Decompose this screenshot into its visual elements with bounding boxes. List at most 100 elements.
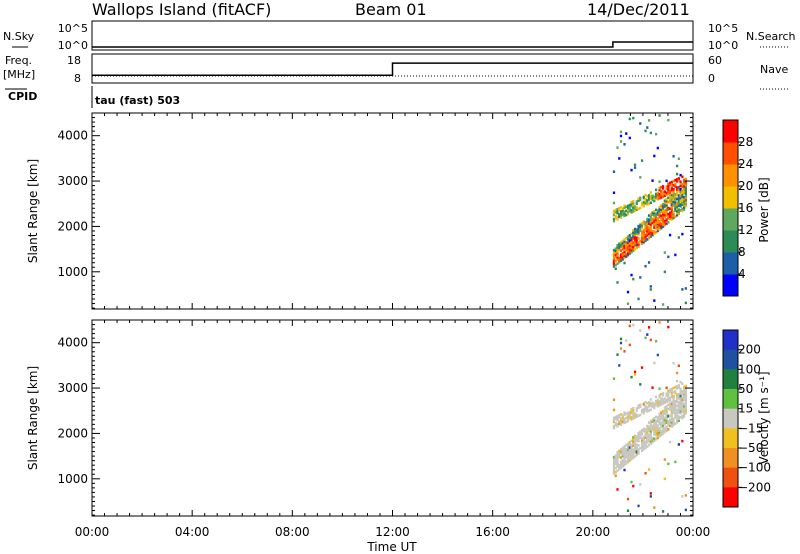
velocity-echo-cell bbox=[637, 504, 640, 508]
power-echo-cell bbox=[647, 261, 651, 264]
power-echo-cell bbox=[649, 191, 652, 194]
freq-tick-bottom: 8 bbox=[74, 72, 81, 85]
vel-colorbar-tick-label: −200 bbox=[738, 480, 771, 494]
velocity-echo-cell bbox=[647, 326, 651, 329]
nave-tick-top: 60 bbox=[708, 54, 722, 67]
power-colorbar: 4 8 12 16 20 24 28 bbox=[722, 119, 753, 297]
velocity-echo-cell bbox=[681, 382, 684, 386]
power-echo-cell bbox=[623, 261, 626, 265]
power-echo-cell bbox=[649, 288, 652, 291]
power-colorbar-label: Power [dB] bbox=[757, 177, 771, 242]
velocity-echo-cell bbox=[654, 339, 658, 343]
velocity-echo-cell bbox=[647, 468, 651, 471]
velocity-echo-cell bbox=[612, 408, 616, 412]
velocity-echo-cell bbox=[616, 353, 619, 356]
power-echo-cell bbox=[616, 281, 619, 284]
power-colorbar-swatch bbox=[723, 208, 738, 231]
date-title: 14/Dec/2011 bbox=[587, 0, 690, 19]
power-echo-cell bbox=[649, 131, 652, 135]
power-echo-cell bbox=[667, 118, 670, 122]
vel-ytick-label: 3000 bbox=[57, 381, 88, 395]
power-echo-cell bbox=[668, 233, 672, 237]
power-echo-cell bbox=[612, 201, 616, 205]
velocity-echoes bbox=[612, 321, 687, 513]
nsearch-label: N.Search bbox=[746, 30, 796, 43]
velocity-echo-cell bbox=[681, 439, 684, 443]
velocity-echo-cell bbox=[653, 506, 656, 509]
velocity-echo-cell bbox=[677, 443, 680, 446]
power-panel-frame bbox=[91, 112, 694, 310]
freq-label: Freq. bbox=[5, 54, 32, 67]
velocity-echo-cell bbox=[675, 371, 679, 375]
power-echo-cell bbox=[632, 116, 635, 120]
velocity-echo-cell bbox=[619, 347, 623, 350]
power-echo-cell bbox=[667, 255, 670, 259]
velocity-echo-cell bbox=[653, 361, 656, 365]
velocity-echo-cell bbox=[626, 509, 630, 512]
vel-ytick-label: 2000 bbox=[57, 426, 88, 440]
power-echo-cell bbox=[647, 119, 651, 122]
velocity-echo-cell bbox=[618, 364, 621, 367]
freq-tick-top: 18 bbox=[67, 54, 81, 67]
velocity-echo-cell bbox=[651, 386, 654, 389]
power-echo-cell bbox=[637, 297, 640, 301]
nsky-tick-bottom: 10^0 bbox=[58, 39, 88, 52]
nave-label: Nave bbox=[760, 63, 788, 76]
vel-colorbar-swatch bbox=[723, 349, 738, 370]
power-echo-cell bbox=[681, 288, 684, 291]
power-echo-cell bbox=[654, 132, 658, 136]
velocity-echo-cell bbox=[649, 495, 652, 498]
vel-colorbar-swatch bbox=[723, 369, 738, 390]
velocity-echo-cell bbox=[623, 468, 626, 472]
power-ytick-label: 2000 bbox=[57, 219, 88, 233]
velocity-echo-cell bbox=[654, 395, 658, 399]
power-echo-cell bbox=[681, 175, 684, 179]
time-tick-label: 04:00 bbox=[175, 525, 210, 539]
nsky-trace bbox=[92, 41, 693, 48]
power-echo-cell bbox=[646, 126, 649, 129]
power-echo-cell bbox=[661, 185, 665, 188]
time-axis-labels: 00:00 04:00 08:00 12:00 16:00 20:00 00:00 bbox=[75, 525, 711, 539]
velocity-echo-cell bbox=[639, 383, 642, 386]
velocity-echo-cell bbox=[661, 510, 665, 513]
velocity-echo-cell bbox=[684, 494, 687, 497]
time-tick-label: 12:00 bbox=[375, 525, 410, 539]
power-echo-cell bbox=[639, 276, 642, 279]
power-echo-cell bbox=[639, 206, 642, 210]
velocity-echo-cell bbox=[672, 362, 675, 365]
power-echo-cell bbox=[684, 177, 687, 181]
power-echo-cell bbox=[632, 200, 635, 203]
power-echo-cell bbox=[667, 221, 670, 224]
power-echo-cell bbox=[681, 232, 684, 236]
velocity-echo-cell bbox=[663, 477, 666, 481]
velocity-echo-cell bbox=[632, 323, 635, 327]
power-ytick-label: 4000 bbox=[57, 129, 88, 143]
power-echo-cell bbox=[626, 290, 630, 294]
power-echo-cell bbox=[632, 277, 635, 281]
power-echo-cell bbox=[684, 301, 687, 305]
velocity-echo-cell bbox=[646, 333, 649, 336]
power-ytick-label: 1000 bbox=[57, 265, 88, 279]
velocity-ylabel: Slant Range [km] bbox=[26, 366, 40, 470]
time-tick-label: 00:00 bbox=[676, 525, 711, 539]
vel-colorbar-swatch bbox=[723, 330, 738, 351]
freq-unit-label: [MHz] bbox=[3, 68, 35, 81]
vel-colorbar-swatch bbox=[723, 448, 738, 469]
power-colorbar-swatch bbox=[723, 142, 738, 165]
power-echo-cell bbox=[619, 130, 623, 134]
velocity-echo-cell bbox=[684, 508, 687, 512]
velocity-echo-cell bbox=[658, 387, 661, 390]
velocity-echo-cell bbox=[661, 392, 665, 395]
velocity-echo-cell bbox=[649, 398, 652, 401]
power-echo-cell bbox=[628, 136, 631, 140]
power-echo-cell bbox=[677, 177, 680, 180]
power-colorbar-tick-label: 20 bbox=[738, 179, 753, 193]
power-echo-cell bbox=[672, 155, 675, 158]
velocity-echo-cell bbox=[667, 428, 670, 431]
power-colorbar-swatch bbox=[723, 120, 738, 143]
power-colorbar-swatch bbox=[723, 186, 738, 209]
vel-colorbar-tick-label: 200 bbox=[738, 343, 761, 357]
velocity-echo-cell bbox=[644, 471, 647, 475]
power-echo-cell bbox=[663, 270, 666, 274]
velocity-echo-cell bbox=[633, 373, 637, 376]
